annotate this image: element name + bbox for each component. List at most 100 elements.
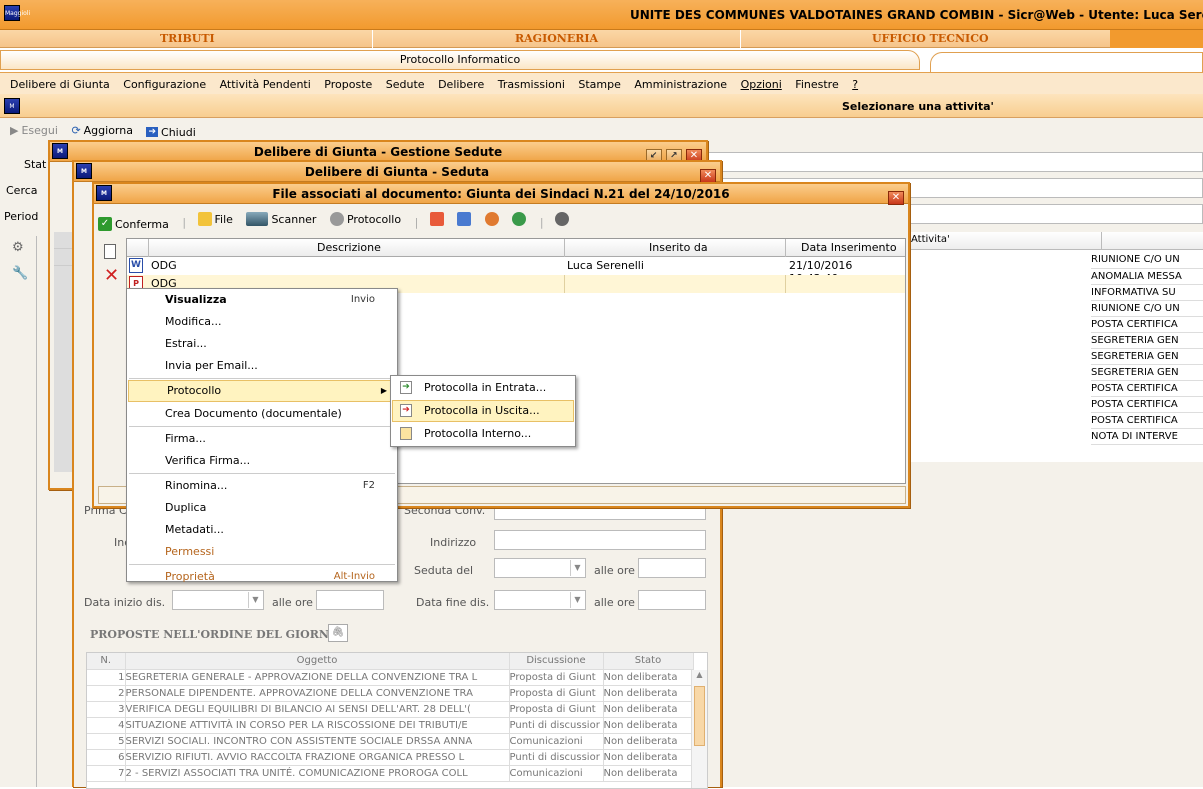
menu-attivita-pendenti[interactable]: Attività Pendenti <box>220 78 311 91</box>
proposta-row[interactable]: 5 SERVIZI SOCIALI. INCONTRO CON ASSISTENT… <box>87 733 694 750</box>
window-controls: ✕ <box>888 186 904 206</box>
tab-ragioneria[interactable]: RAGIONERIA <box>515 32 598 45</box>
chevron-down-icon[interactable]: ▼ <box>570 560 584 576</box>
indirizzo-field[interactable] <box>494 530 706 550</box>
attachment-button[interactable]: 🖇 <box>328 624 348 642</box>
menu-delibere[interactable]: Delibere <box>438 78 484 91</box>
sign-tool-icon[interactable] <box>484 212 499 226</box>
stato-field[interactable] <box>700 152 1203 172</box>
menu-help[interactable]: ? <box>852 78 858 91</box>
alle-ore-label: alle ore <box>594 564 635 577</box>
activity-row[interactable]: RIUNIONE C/O UN <box>1091 300 1203 317</box>
context-item-modifica[interactable]: Modifica... <box>127 311 397 333</box>
menu-configurazione[interactable]: Configurazione <box>123 78 206 91</box>
context-item-protocollo[interactable]: Protocollo ▶ <box>128 380 396 402</box>
col-inserito-da[interactable]: Inserito da <box>649 241 708 254</box>
proposta-row[interactable]: 1 SEGRETERIA GENERALE - APPROVAZIONE DELL… <box>87 669 694 686</box>
menu-opzioni[interactable]: Opzioni <box>741 78 782 91</box>
document-tool-icon[interactable] <box>429 212 444 226</box>
activity-cell: SEGRETERIA GEN <box>1091 348 1203 365</box>
file-button[interactable]: File <box>197 212 233 226</box>
activity-row[interactable]: RIUNIONE C/O UN <box>1091 252 1203 269</box>
chiudi-button[interactable]: ➔ Chiudi <box>146 126 196 139</box>
menu-amministrazione[interactable]: Amministrazione <box>634 78 727 91</box>
list-item[interactable] <box>54 232 74 249</box>
esegui-button[interactable]: ▶ Esegui <box>10 124 58 137</box>
proposta-row[interactable]: 2 PERSONALE DIPENDENTE. APPROVAZIONE DELL… <box>87 685 694 702</box>
context-item-visualizza[interactable]: Visualizza Invio <box>127 289 397 311</box>
scroll-thumb[interactable] <box>694 686 705 746</box>
inizio-ore-field[interactable] <box>316 590 384 610</box>
col-descrizione[interactable]: Descrizione <box>317 241 381 254</box>
context-item-crea-documento-documentale[interactable]: Crea Documento (documentale) <box>127 403 397 425</box>
proposta-row[interactable]: 3 VERIFICA DEGLI EQUILIBRI DI BILANCIO AI… <box>87 701 694 718</box>
col-discussione[interactable]: Discussione <box>509 653 604 670</box>
seduta-ore-field[interactable] <box>638 558 706 578</box>
activity-row[interactable]: SEGRETERIA GEN <box>1091 348 1203 365</box>
proposte-scrollbar[interactable]: ▲ <box>691 670 707 788</box>
protocolla-entrata-item[interactable]: ➔ Protocolla in Entrata... <box>392 377 574 399</box>
scroll-up-arrow[interactable]: ▲ <box>692 670 707 684</box>
preview-tool-icon[interactable] <box>457 212 472 226</box>
gear-icon[interactable]: ⚙ <box>12 240 24 255</box>
wrench-icon[interactable]: 🔧 <box>12 266 28 281</box>
activity-row[interactable]: ANOMALIA MESSA <box>1091 268 1203 285</box>
file-row[interactable]: W ODG Luca Serenelli 21/10/2016 10:42:40 <box>127 257 905 285</box>
activity-row[interactable]: POSTA CERTIFICA <box>1091 316 1203 333</box>
col-data-inserimento[interactable]: Data Inserimento <box>801 241 897 254</box>
indirizzo2-label: Indirizzo <box>430 536 477 549</box>
menu-delibere-giunta[interactable]: Delibere di Giunta <box>10 78 110 91</box>
proposta-row[interactable]: 72 - SERVIZI ASSOCIATI TRA UNITÉ. COMUNI… <box>87 765 694 782</box>
menu-sedute[interactable]: Sedute <box>386 78 425 91</box>
col-oggetto[interactable]: Oggetto <box>125 653 510 670</box>
module-tab-empty[interactable] <box>930 52 1203 72</box>
activity-row[interactable]: SEGRETERIA GEN <box>1091 364 1203 381</box>
proposta-row[interactable]: 6 SERVIZIO RIFIUTI. AVVIO RACCOLTA FRAZIO… <box>87 749 694 766</box>
menu-trasmissioni[interactable]: Trasmissioni <box>498 78 565 91</box>
activity-title-bar: M Selezionare una attivita' <box>0 94 1203 118</box>
aggiorna-button[interactable]: ⟳ Aggiorna <box>71 124 133 137</box>
context-item-invia-per-email[interactable]: Invia per Email... <box>127 355 397 377</box>
close-button[interactable]: ✕ <box>888 191 904 205</box>
activity-col-header[interactable]: Attivita' <box>911 234 950 245</box>
delete-icon[interactable]: ✕ <box>104 267 119 285</box>
activity-row[interactable]: POSTA CERTIFICA <box>1091 380 1203 397</box>
tab-tributi[interactable]: TRIBUTI <box>160 32 215 45</box>
context-item-metadati[interactable]: Metadati... <box>127 519 397 541</box>
activity-row[interactable]: NOTA DI INTERVE <box>1091 428 1203 445</box>
verify-tool-icon[interactable] <box>512 212 527 226</box>
menu-stampe[interactable]: Stampe <box>578 78 621 91</box>
activity-cell: SEGRETERIA GEN <box>1091 332 1203 349</box>
list-item[interactable] <box>54 249 74 266</box>
menu-finestre[interactable]: Finestre <box>795 78 838 91</box>
context-item-firma[interactable]: Firma... <box>127 428 397 450</box>
conferma-button[interactable]: ✓ Conferma <box>98 217 169 231</box>
context-item-estrai[interactable]: Estrai... <box>127 333 397 355</box>
chevron-down-icon[interactable]: ▼ <box>570 592 584 608</box>
activity-row[interactable]: POSTA CERTIFICA <box>1091 396 1203 413</box>
tab-ufficio-tecnico[interactable]: UFFICIO TECNICO <box>872 32 989 45</box>
activity-row[interactable]: SEGRETERIA GEN <box>1091 332 1203 349</box>
module-tab[interactable]: Protocollo Informatico <box>0 50 920 70</box>
context-item-rinomina[interactable]: Rinomina... F2 <box>127 475 397 497</box>
scanner-button[interactable]: Scanner <box>246 212 316 226</box>
col-n[interactable]: N. <box>87 653 126 670</box>
context-item-duplica[interactable]: Duplica <box>127 497 397 519</box>
proposta-discussione: Proposta di Giunt <box>509 685 604 702</box>
menu-proposte[interactable]: Proposte <box>324 78 372 91</box>
new-doc-icon[interactable] <box>104 244 116 259</box>
proposta-oggetto: 2 - SERVIZI ASSOCIATI TRA UNITÉ. COMUNIC… <box>125 765 510 782</box>
fine-ore-field[interactable] <box>638 590 706 610</box>
protocolla-uscita-item[interactable]: ➔ Protocolla in Uscita... <box>392 400 574 422</box>
protocolla-interno-item[interactable]: Protocolla Interno... <box>392 423 574 445</box>
activity-row[interactable]: INFORMATIVA SU <box>1091 284 1203 301</box>
chevron-down-icon[interactable]: ▼ <box>248 592 262 608</box>
activity-row[interactable]: POSTA CERTIFICA <box>1091 412 1203 429</box>
seal-tool-icon[interactable] <box>555 212 570 226</box>
protocollo-button[interactable]: Protocollo <box>329 212 401 226</box>
window-controls: ✕ <box>700 164 716 184</box>
col-stato[interactable]: Stato <box>603 653 694 670</box>
proposta-row[interactable]: 4 SITUAZIONE ATTIVITÀ IN CORSO PER LA RIS… <box>87 717 694 734</box>
close-button[interactable]: ✕ <box>700 169 716 183</box>
context-item-verifica-firma[interactable]: Verifica Firma... <box>127 450 397 472</box>
